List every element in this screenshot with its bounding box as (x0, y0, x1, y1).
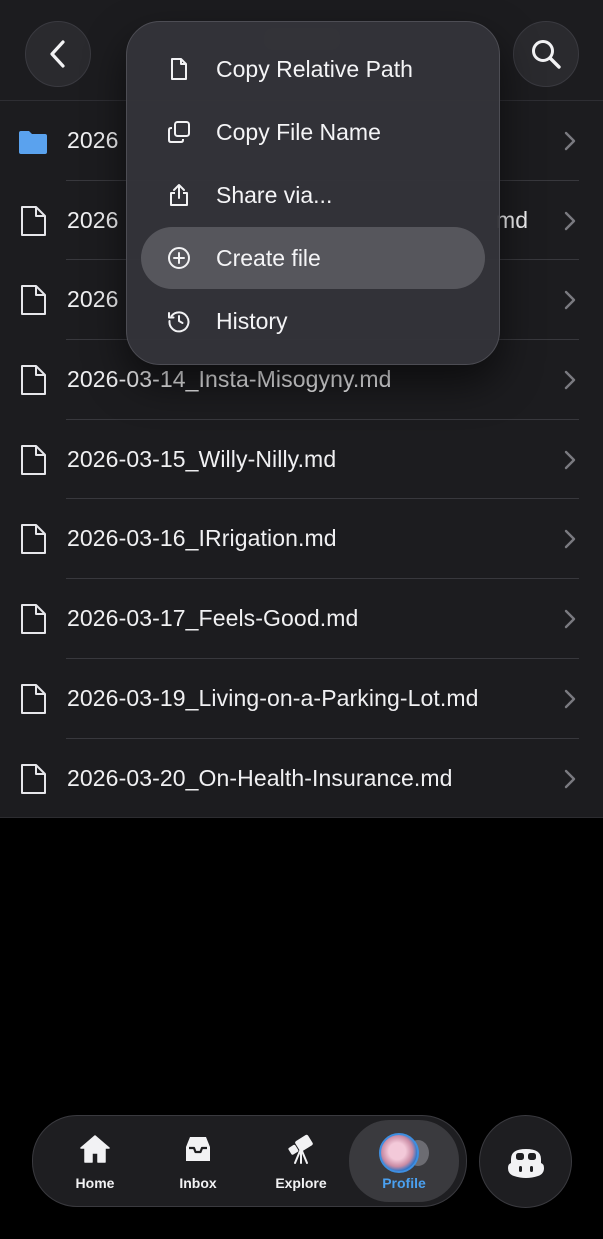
tab-label: Inbox (179, 1175, 217, 1191)
menu-item-history[interactable]: History (141, 290, 485, 352)
document-icon (21, 444, 46, 475)
list-item[interactable]: 2026-03-17_Feels-Good.md (0, 579, 603, 659)
chevron-right-icon (564, 291, 576, 310)
list-item[interactable]: 2026-03-15_Willy-Nilly.md (0, 420, 603, 500)
copy-icon (168, 121, 190, 143)
document-icon (21, 365, 46, 396)
chevron-right-icon (564, 530, 576, 549)
search-icon (532, 40, 561, 69)
menu-item-create-file[interactable]: Create file (141, 227, 485, 289)
search-button[interactable] (513, 21, 579, 87)
history-icon (168, 311, 190, 333)
tab-label: Home (75, 1175, 115, 1191)
tab-profile[interactable]: Profile (349, 1120, 459, 1202)
chevron-right-icon (564, 211, 576, 230)
list-item[interactable]: 2026-03-20_On-Health-Insurance.md (0, 739, 603, 819)
back-button[interactable] (25, 21, 91, 87)
document-icon (21, 285, 46, 316)
home-icon (80, 1135, 110, 1163)
menu-item-copy-file-name[interactable]: Copy File Name (141, 101, 485, 163)
list-item[interactable]: 2026-03-19_Living-on-a-Parking-Lot.md (0, 659, 603, 739)
document-icon (21, 205, 46, 236)
menu-item-share-via[interactable]: Share via... (141, 164, 485, 226)
copilot-button[interactable] (479, 1115, 572, 1208)
tab-home[interactable]: Home (43, 1116, 147, 1206)
menu-item-label: Copy File Name (216, 119, 381, 145)
chevron-right-icon (564, 689, 576, 709)
file-name: 2026-03-17_Feels-Good.md (67, 605, 359, 632)
file-name: 2026 (67, 127, 119, 153)
chevron-right-icon (564, 370, 576, 390)
chevron-right-icon (564, 769, 576, 788)
avatar (379, 1133, 419, 1173)
file-name-suffix: md (496, 206, 529, 233)
menu-item-copy-relative-path[interactable]: Copy Relative Path (141, 38, 485, 100)
document-icon (21, 683, 46, 714)
chevron-right-icon (564, 609, 576, 629)
document-icon (21, 763, 46, 794)
share-icon (170, 184, 188, 206)
chevron-right-icon (564, 450, 576, 469)
file-name: 2026 (67, 206, 119, 233)
document-icon (21, 604, 46, 635)
tab-inbox[interactable]: Inbox (146, 1116, 250, 1206)
context-menu: Copy Relative Path Copy File Name Share … (126, 21, 500, 365)
telescope-icon (288, 1134, 313, 1164)
plus-circle-icon (168, 247, 190, 269)
chevron-right-icon (564, 131, 576, 151)
menu-item-label: History (216, 308, 288, 334)
menu-item-label: Create file (216, 245, 321, 271)
document-icon (21, 524, 46, 555)
copilot-icon (507, 1148, 544, 1178)
file-name: 2026-03-16_IRrigation.md (67, 525, 337, 552)
document-icon (171, 58, 187, 80)
folder-icon (19, 131, 47, 154)
file-name: 2026 (67, 286, 119, 313)
menu-item-label: Copy Relative Path (216, 56, 413, 82)
tab-label: Profile (382, 1175, 426, 1191)
file-name: 2026-03-19_Living-on-a-Parking-Lot.md (67, 684, 479, 711)
chevron-left-icon (50, 40, 65, 68)
tab-label: Explore (275, 1175, 327, 1191)
tab-bar: Home Inbox Explore Profile (32, 1115, 467, 1207)
tab-explore[interactable]: Explore (249, 1116, 353, 1206)
inbox-icon (186, 1137, 210, 1161)
file-name: 2026-03-15_Willy-Nilly.md (67, 445, 337, 472)
file-name: 2026-03-20_On-Health-Insurance.md (67, 764, 453, 791)
list-item[interactable]: 2026-03-16_IRrigation.md (0, 499, 603, 580)
menu-item-label: Share via... (216, 182, 333, 208)
